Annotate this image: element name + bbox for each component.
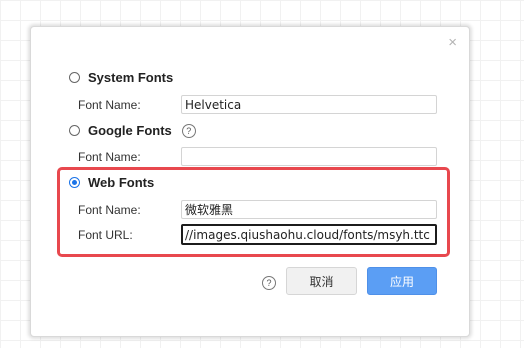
close-icon[interactable]: × <box>448 35 457 51</box>
system-fonts-option[interactable]: System Fonts <box>69 70 173 85</box>
google-fonts-label: Google Fonts <box>88 123 172 138</box>
web-font-name-label: Font Name: <box>78 203 141 217</box>
apply-button[interactable]: 应用 <box>367 267 437 295</box>
web-font-url-label: Font URL: <box>78 228 133 242</box>
system-font-name-label: Font Name: <box>78 98 141 112</box>
google-font-name-label: Font Name: <box>78 150 141 164</box>
footer-help-icon[interactable]: ? <box>262 276 276 290</box>
web-fonts-label: Web Fonts <box>88 175 155 190</box>
system-fonts-label: System Fonts <box>88 70 174 85</box>
cancel-button[interactable]: 取消 <box>286 267 357 295</box>
web-fonts-option[interactable]: Web Fonts <box>69 175 154 190</box>
font-dialog: × System Fonts Font Name: Google Fonts ?… <box>30 26 470 337</box>
google-fonts-radio[interactable] <box>69 125 80 136</box>
google-font-name-input[interactable] <box>181 147 437 166</box>
google-fonts-option[interactable]: Google Fonts ? <box>69 123 196 138</box>
system-fonts-radio[interactable] <box>69 72 80 83</box>
web-fonts-radio[interactable] <box>69 177 80 188</box>
help-icon[interactable]: ? <box>181 123 196 138</box>
system-font-name-input[interactable] <box>181 95 437 114</box>
web-font-name-input[interactable] <box>181 200 437 219</box>
web-font-url-input[interactable] <box>181 224 437 245</box>
